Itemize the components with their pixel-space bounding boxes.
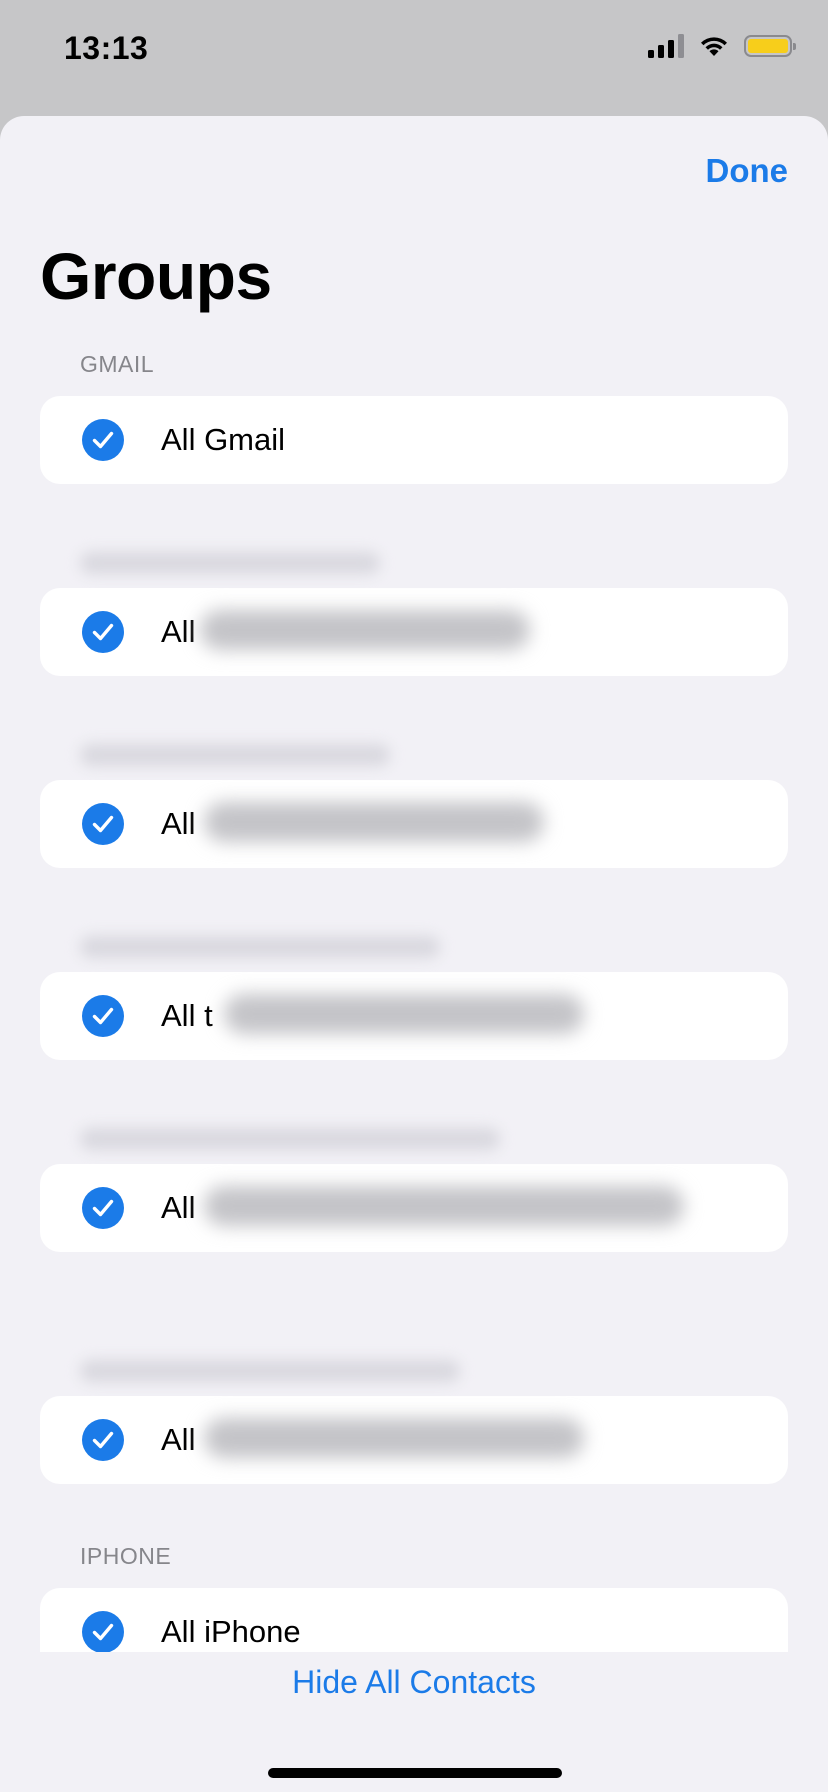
group-row-label: All iPhone xyxy=(161,1614,301,1649)
battery-icon xyxy=(744,35,796,57)
status-time: 13:13 xyxy=(64,30,149,66)
page-title: Groups xyxy=(40,239,272,313)
wifi-icon xyxy=(701,37,727,56)
signal-icon xyxy=(648,34,684,58)
checkmark-icon xyxy=(82,611,124,653)
checkmark-icon xyxy=(82,803,124,845)
status-bar: 13:13 xyxy=(0,0,828,110)
hide-all-contacts-button[interactable]: Hide All Contacts xyxy=(0,1664,828,1701)
section-header-blurred xyxy=(80,744,390,766)
group-row[interactable]: All xyxy=(40,1164,788,1252)
checkmark-icon xyxy=(82,1611,124,1652)
group-row-label: All xyxy=(161,1190,196,1225)
blurred-account-name xyxy=(204,1418,584,1458)
checkmark-icon xyxy=(82,1187,124,1229)
section-header-blurred xyxy=(80,936,440,958)
group-row-label: All xyxy=(161,806,196,841)
group-row-all-iphone[interactable]: All iPhone xyxy=(40,1588,788,1652)
group-row[interactable]: All xyxy=(40,588,788,676)
section-header-iphone: IPHONE xyxy=(80,1543,172,1569)
section-header-blurred xyxy=(80,552,380,574)
checkmark-icon xyxy=(82,995,124,1037)
section-header-blurred xyxy=(80,1128,500,1150)
home-indicator[interactable] xyxy=(268,1768,562,1778)
section-header-gmail: GMAIL xyxy=(80,351,155,377)
status-icons xyxy=(648,34,796,58)
done-button[interactable]: Done xyxy=(706,152,789,190)
group-row-all-gmail[interactable]: All Gmail xyxy=(40,396,788,484)
group-row[interactable]: All t xyxy=(40,972,788,1060)
group-row-label: All Gmail xyxy=(161,422,286,457)
blurred-account-name xyxy=(200,610,530,650)
checkmark-icon xyxy=(82,419,124,461)
groups-sheet: Done Groups GMAIL All Gmail All All All … xyxy=(0,116,828,1792)
blurred-account-name xyxy=(204,1186,684,1226)
battery-fill xyxy=(748,39,788,53)
section-header-blurred xyxy=(80,1360,460,1382)
groups-list[interactable]: Done Groups GMAIL All Gmail All All All … xyxy=(0,116,828,1652)
blurred-account-name xyxy=(224,994,584,1034)
group-row-label: All xyxy=(161,1422,196,1457)
group-row[interactable]: All xyxy=(40,780,788,868)
group-row-label: All t xyxy=(161,998,213,1033)
checkmark-icon xyxy=(82,1419,124,1461)
group-row[interactable]: All xyxy=(40,1396,788,1484)
group-row-label: All xyxy=(161,614,196,649)
blurred-account-name xyxy=(204,802,544,842)
